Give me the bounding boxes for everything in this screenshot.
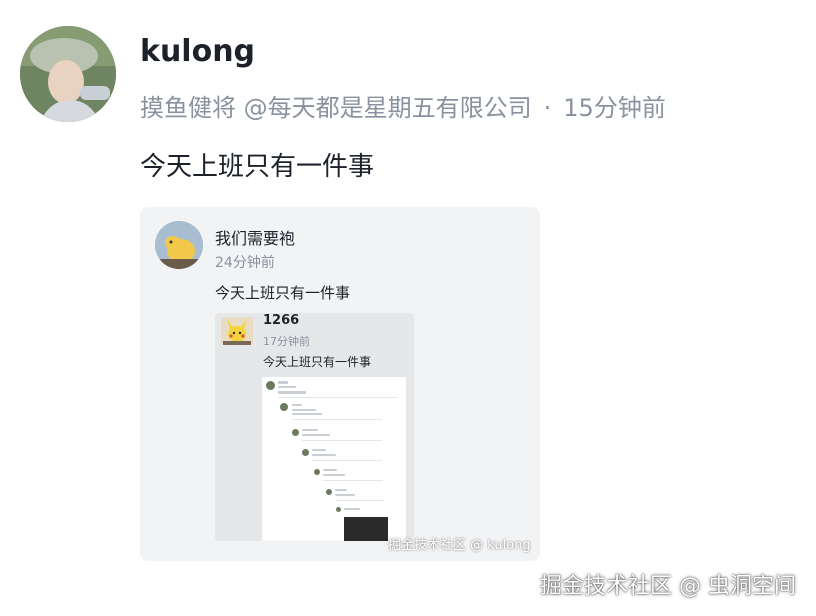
mini-avatar: [302, 449, 309, 456]
mini-text-line: [278, 381, 288, 384]
nested-thread-screenshot: [262, 377, 406, 541]
mini-text-line: [278, 386, 296, 388]
mini-text-line: [302, 429, 318, 431]
post-meta: 摸鱼健将 @每天都是星期五有限公司 · 15分钟前: [140, 88, 666, 123]
mini-text-line: [292, 409, 316, 411]
mini-text-line: [323, 474, 345, 476]
meta-separator: ·: [543, 94, 552, 122]
post-time: 15分钟前: [563, 94, 666, 122]
outer-watermark: 掘金技术社区 @ 虫洞空间: [540, 574, 796, 599]
mini-text-line: [312, 454, 336, 456]
quoted-username[interactable]: 我们需要袍: [215, 225, 295, 249]
mini-photo-thumbnail: [344, 517, 388, 541]
mini-text-line: [292, 404, 302, 406]
mini-avatar: [314, 469, 320, 475]
mini-text-line: [323, 469, 337, 471]
mini-text-line: [335, 489, 347, 491]
mini-divider: [335, 500, 385, 501]
mini-avatar: [326, 489, 332, 495]
nested-post-content: 今天上班只有一件事: [263, 355, 372, 369]
nested-post-time: 17分钟前: [263, 335, 310, 348]
nested-user-avatar[interactable]: [221, 317, 253, 345]
avatar-photo: [20, 26, 116, 122]
mini-avatar: [280, 403, 288, 411]
quoted-post-time: 24分钟前: [215, 255, 275, 271]
quoted-user-avatar[interactable]: [155, 221, 203, 269]
username[interactable]: kulong: [140, 34, 255, 69]
mini-avatar: [336, 507, 341, 512]
mini-divider: [302, 440, 382, 441]
mini-text-line: [344, 508, 360, 510]
user-avatar[interactable]: [20, 26, 116, 122]
mini-avatar: [292, 429, 299, 436]
mini-divider: [323, 480, 383, 481]
post-content: 今天上班只有一件事: [140, 152, 375, 182]
mini-divider: [278, 397, 398, 398]
mini-divider: [292, 419, 382, 420]
mini-text-line: [292, 413, 322, 415]
user-title-badge[interactable]: 摸鱼健将 @每天都是星期五有限公司: [140, 94, 532, 122]
mini-text-line: [302, 434, 330, 436]
quoted-post-content: 今天上班只有一件事: [215, 284, 351, 302]
mini-text-line: [278, 391, 306, 394]
quoted-post[interactable]: 我们需要袍 24分钟前 今天上班只有一件事 1266 17分钟前 今天上班只有一…: [140, 207, 540, 561]
mini-text-line: [312, 449, 326, 451]
nested-quoted-post[interactable]: 1266 17分钟前 今天上班只有一件事: [215, 313, 414, 541]
inner-watermark: 掘金技术社区 @ kulong: [388, 538, 531, 553]
avatar-photo: [155, 221, 203, 269]
nested-username[interactable]: 1266: [263, 313, 299, 328]
mini-text-line: [335, 494, 355, 496]
mini-avatar: [266, 381, 275, 390]
pikachu-avatar-icon: [221, 317, 253, 345]
mini-divider: [312, 460, 382, 461]
